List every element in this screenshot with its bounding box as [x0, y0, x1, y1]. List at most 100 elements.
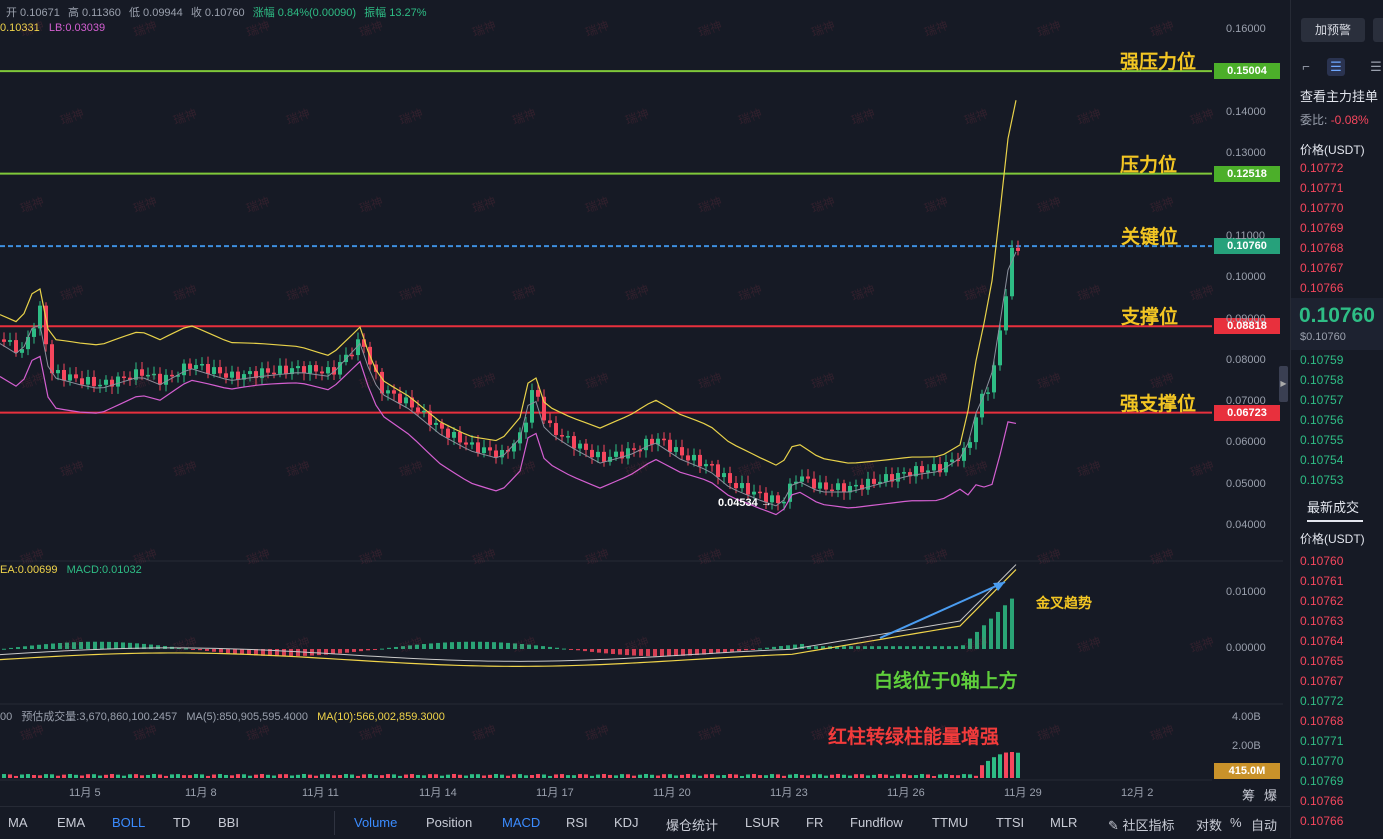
ask-price[interactable]: 0.10770	[1300, 198, 1343, 218]
candle-body	[572, 436, 576, 449]
bid-list: 0.10759 0.10758 0.10757 0.10756 0.10755 0.107…	[1300, 350, 1343, 490]
candle-body	[200, 363, 204, 366]
candle-body	[92, 376, 96, 387]
bid-ask-ratio: 委比: -0.08%	[1300, 111, 1369, 128]
volume-bar	[32, 774, 36, 778]
candle-body	[692, 454, 696, 461]
bid-price[interactable]: 0.10758	[1300, 370, 1343, 390]
volume-bar	[542, 774, 546, 778]
bid-price[interactable]: 0.10756	[1300, 410, 1343, 430]
panel-collapse-handle[interactable]: ▶	[1279, 366, 1288, 402]
candle-body	[818, 482, 822, 489]
subchart-tab-10[interactable]: TTSI	[996, 815, 1024, 830]
subchart-tab-6[interactable]: LSUR	[745, 815, 780, 830]
add-alert-button[interactable]: 加预警	[1301, 18, 1365, 42]
volume-bar	[866, 775, 870, 778]
candle-body	[416, 407, 420, 412]
volume-bar	[218, 774, 222, 778]
macd-bar	[618, 649, 622, 655]
volume-bar	[38, 775, 42, 778]
log-scale-toggle[interactable]: 对数	[1196, 815, 1222, 834]
liquidation-toggle[interactable]: 爆	[1264, 785, 1277, 804]
bid-price[interactable]: 0.10753	[1300, 470, 1343, 490]
candle-body	[50, 344, 54, 374]
macd-bar	[93, 641, 97, 649]
chart-area[interactable]: 开 0.10671 高 0.11360 低 0.09944 收 0.10760 …	[0, 0, 1283, 806]
volume-bar	[914, 775, 918, 778]
macd-bar	[394, 646, 398, 649]
orderbook-bids-icon[interactable]: ☰	[1367, 58, 1383, 76]
ask-price[interactable]: 0.10766	[1300, 278, 1343, 298]
recent-trades-title[interactable]: 最新成交	[1307, 497, 1359, 516]
volume-bar	[584, 774, 588, 778]
subchart-tab-11[interactable]: MLR	[1050, 815, 1077, 830]
candle-body	[224, 373, 228, 378]
bid-price[interactable]: 0.10757	[1300, 390, 1343, 410]
subchart-tab-0[interactable]: Volume	[354, 815, 397, 830]
candle-body	[446, 428, 450, 438]
volume-bar	[962, 774, 966, 778]
subchart-tab-4[interactable]: KDJ	[614, 815, 639, 830]
volume-bar	[974, 775, 978, 778]
bid-price[interactable]: 0.10754	[1300, 450, 1343, 470]
panel-extra-button[interactable]	[1373, 18, 1383, 42]
volume-bar	[590, 775, 594, 778]
volume-bar	[206, 775, 210, 778]
community-indicators-button[interactable]: ✎ 社区指标	[1108, 815, 1175, 834]
volume-bar	[116, 774, 120, 778]
indicator-tab-bbi[interactable]: BBI	[218, 815, 239, 830]
candle-body	[296, 366, 300, 369]
candle-body	[686, 455, 690, 461]
subchart-tab-9[interactable]: TTMU	[932, 815, 968, 830]
bid-price[interactable]: 0.10759	[1300, 350, 1343, 370]
candle-body	[596, 451, 600, 458]
macd-bar	[611, 649, 615, 655]
volume-bar	[380, 775, 384, 778]
ask-price[interactable]: 0.10772	[1300, 158, 1343, 178]
candle-body	[398, 393, 402, 404]
trade-price: 0.10762	[1300, 594, 1344, 608]
subchart-tab-8[interactable]: Fundflow	[850, 815, 903, 830]
main-orders-link[interactable]: 查看主力挂单	[1300, 86, 1378, 105]
volume-bar	[992, 757, 996, 778]
candle-body	[854, 484, 858, 487]
ask-price[interactable]: 0.10769	[1300, 218, 1343, 238]
subchart-tab-1[interactable]: Position	[426, 815, 472, 830]
macd-bar	[506, 642, 510, 649]
trade-price: 0.10766	[1300, 814, 1344, 828]
auto-scale-toggle[interactable]: 自动	[1251, 815, 1277, 834]
macd-bar	[464, 641, 468, 649]
candle-body	[188, 363, 192, 369]
subchart-tab-7[interactable]: FR	[806, 815, 823, 830]
golden-cross-annotation: 金叉趋势	[1036, 595, 1092, 611]
depth-toggle-icon[interactable]: ⌐	[1297, 58, 1315, 76]
subchart-tab-5[interactable]: 爆仓统计	[666, 815, 718, 834]
level-price-tag-4: 0.06723	[1214, 404, 1280, 421]
bid-price[interactable]: 0.10755	[1300, 430, 1343, 450]
ask-price[interactable]: 0.10771	[1300, 178, 1343, 198]
volume-bar	[998, 754, 1002, 778]
indicator-tab-ema[interactable]: EMA	[57, 815, 85, 830]
chip-distribution-toggle[interactable]: 筹	[1242, 785, 1255, 804]
indicator-tab-ma[interactable]: MA	[8, 815, 28, 830]
ask-price[interactable]: 0.10768	[1300, 238, 1343, 258]
red-to-green-annotation: 红柱转绿柱能量增强	[828, 727, 1000, 748]
candle-body	[326, 367, 330, 374]
macd-bar	[51, 643, 55, 649]
macd-bar	[772, 646, 776, 649]
candle-body	[218, 367, 222, 374]
subchart-tab-3[interactable]: RSI	[566, 815, 588, 830]
volume-bar	[374, 775, 378, 778]
ask-price[interactable]: 0.10767	[1300, 258, 1343, 278]
subchart-tab-2[interactable]: MACD	[502, 815, 540, 830]
indicator-tab-boll[interactable]: BOLL	[112, 815, 145, 830]
percent-scale-toggle[interactable]: %	[1230, 815, 1242, 830]
indicator-tab-td[interactable]: TD	[173, 815, 190, 830]
volume-bar	[536, 774, 540, 778]
trade-price: 0.10771	[1300, 734, 1344, 748]
volume-bar	[392, 774, 396, 778]
candle-body	[578, 443, 582, 449]
candle-body	[728, 473, 732, 484]
orderbook-both-icon[interactable]: ☰	[1327, 58, 1345, 76]
volume-bar	[746, 774, 750, 778]
